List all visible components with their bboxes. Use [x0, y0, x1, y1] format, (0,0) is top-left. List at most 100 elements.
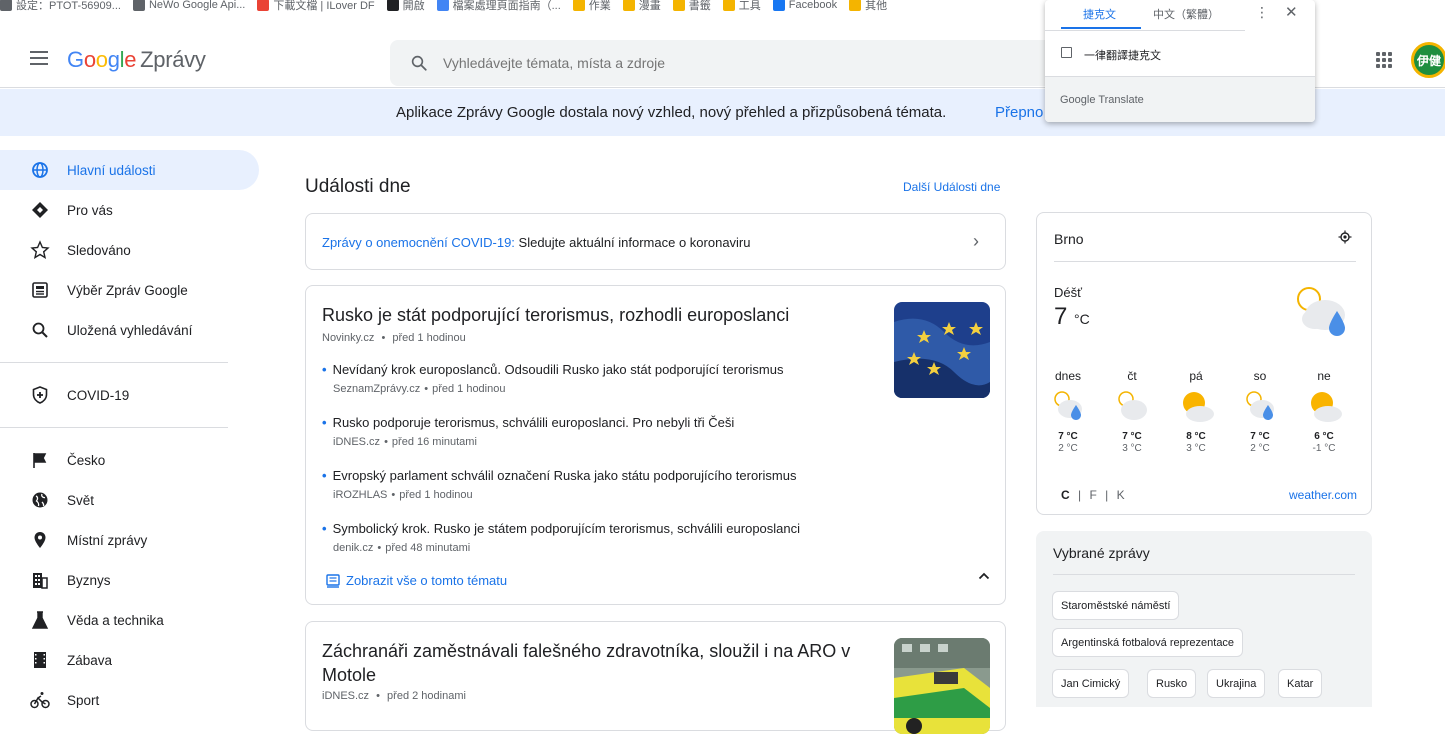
partly-cloudy-rain-icon	[1297, 287, 1345, 336]
chevron-up-icon[interactable]	[978, 572, 990, 580]
selected-topics-title: Vybrané zprávy	[1053, 545, 1150, 561]
covid-card-text: Zprávy o onemocnění COVID-19: Sledujte a…	[322, 235, 751, 250]
sidebar-item-newsstand[interactable]: Výběr Zpráv Google	[0, 270, 260, 310]
google-translate-label: Google Translate	[1060, 94, 1144, 106]
meta-separator: •	[381, 332, 386, 344]
bookmark-label: 書籤	[688, 0, 711, 12]
story-title[interactable]: Rusko je stát podporující terorismus, ro…	[322, 303, 862, 327]
related-story-title: Nevídaný krok europoslanců. Odsoudili Ru…	[332, 362, 784, 377]
story-title[interactable]: Záchranáři zaměstnávali falešného zdravo…	[322, 639, 862, 687]
forecast-day-label[interactable]: čt	[1112, 369, 1152, 383]
hamburger-menu-icon[interactable]	[30, 51, 48, 65]
bookmark-favicon-icon	[436, 0, 449, 11]
sidebar-item-business[interactable]: Byznys	[0, 560, 260, 600]
banner-switch-link[interactable]: Přepno	[995, 104, 1043, 121]
related-story[interactable]: • Symbolický krok. Rusko je státem podpor…	[322, 521, 800, 554]
story-thumbnail[interactable]	[894, 638, 990, 734]
building-icon	[33, 573, 48, 589]
bookmark-item[interactable]: 作業	[572, 0, 611, 13]
unit-celsius[interactable]: C	[1061, 488, 1070, 502]
more-top-stories-link[interactable]: Další Události dne	[903, 180, 1000, 194]
covid-card[interactable]: Zprávy o onemocnění COVID-19: Sledujte a…	[305, 213, 1006, 270]
sidebar-item-label: Sport	[67, 692, 100, 708]
more-options-icon[interactable]: ⋮	[1255, 4, 1269, 21]
sidebar-item-saved-searches[interactable]: Uložená vyhledávání	[0, 310, 260, 350]
forecast-day-label[interactable]: so	[1240, 369, 1280, 383]
banner-text: Aplikace Zprávy Google dostala nový vzhl…	[396, 104, 947, 121]
forecast-day-label[interactable]: pá	[1176, 369, 1216, 383]
chevron-right-icon[interactable]: ›	[973, 231, 979, 252]
related-story-title: Symbolický krok. Rusko je státem podporu…	[332, 521, 801, 536]
weather-temperature: 7 °C	[1054, 303, 1090, 330]
world-icon	[32, 492, 48, 508]
sidebar-item-for-you[interactable]: Pro vás	[0, 190, 260, 230]
sidebar-item-local[interactable]: Místní zprávy	[0, 520, 260, 560]
close-icon[interactable]: ✕	[1285, 3, 1298, 21]
always-translate-checkbox[interactable]	[1061, 47, 1072, 58]
story-card: Rusko je stát podporující terorismus, ro…	[305, 285, 1006, 605]
bookmark-favicon-icon	[622, 0, 635, 11]
translate-tab-chinese[interactable]: 中文（繁體）	[1153, 6, 1219, 22]
bookmark-favicon-icon	[772, 0, 785, 11]
sidebar-item-label: Zábava	[67, 652, 113, 668]
search-bar[interactable]	[390, 40, 1070, 86]
partly-cloudy-rain-icon	[1246, 391, 1274, 420]
topic-chip[interactable]: Katar	[1278, 669, 1323, 698]
translate-tab-indicator	[1061, 27, 1141, 29]
story-thumbnail[interactable]	[894, 302, 990, 398]
topic-chip[interactable]: Rusko	[1147, 669, 1197, 698]
sidebar-item-entertainment[interactable]: Zábava	[0, 640, 260, 680]
search-input[interactable]	[443, 40, 1043, 86]
bookmark-item[interactable]: NeWo Google Api...	[132, 0, 245, 11]
forecast-day-label[interactable]: ne	[1304, 369, 1344, 383]
sidebar-item-label: Svět	[67, 492, 95, 508]
bookmark-item[interactable]: Facebook	[772, 0, 837, 11]
show-full-coverage-button[interactable]: Zobrazit vše o tomto tématu	[326, 573, 507, 588]
topic-chip[interactable]: Ukrajina	[1207, 669, 1266, 698]
always-translate-label[interactable]: 一律翻譯捷克文	[1084, 47, 1161, 63]
sidebar-item-label: Uložená vyhledávání	[67, 322, 193, 338]
bookmark-item[interactable]: 開啟	[386, 0, 425, 13]
sidebar-item-czechia[interactable]: Česko	[0, 440, 260, 480]
apps-grid-icon[interactable]	[1376, 52, 1392, 68]
sidebar-item-label: Sledováno	[67, 242, 131, 258]
sidebar-item-sport[interactable]: Sport	[0, 680, 260, 720]
google-news-logo[interactable]: Google Zprávy	[67, 47, 206, 73]
unit-kelvin[interactable]: K	[1117, 488, 1125, 502]
bookmark-label: 作業	[588, 0, 611, 12]
location-icon[interactable]	[1338, 230, 1352, 244]
covid-card-link[interactable]: Zprávy o onemocnění COVID-19:	[322, 235, 515, 250]
sidebar-item-label: Místní zprávy	[67, 532, 148, 548]
bookmark-item[interactable]: 設定：PTOT-56909...	[0, 0, 121, 13]
bookmark-item[interactable]: 其他	[849, 0, 887, 13]
unit-fahrenheit[interactable]: F	[1089, 488, 1096, 502]
sidebar-item-world[interactable]: Svět	[0, 480, 260, 520]
weather-source-link[interactable]: weather.com	[1289, 488, 1357, 502]
forecast-day-label[interactable]: dnes	[1048, 369, 1088, 383]
sidebar-item-top-stories[interactable]: Hlavní události	[0, 150, 259, 190]
sidebar-item-science-tech[interactable]: Věda a technika	[0, 600, 260, 640]
bookmark-item[interactable]: 工具	[722, 0, 761, 13]
sidebar-item-following[interactable]: Sledováno	[0, 230, 260, 270]
bookmark-item[interactable]: 漫畫	[622, 0, 661, 13]
translate-tab-czech[interactable]: 捷克文	[1083, 6, 1116, 22]
bookmark-item[interactable]: 下載文檔 | ILover DF	[257, 0, 375, 13]
forecast-high: 7 °C	[1058, 431, 1078, 442]
bookmark-label: 其他	[865, 0, 888, 12]
topic-chip[interactable]: Argentinská fotbalová reprezentace	[1052, 628, 1244, 657]
topic-chip[interactable]: Staroměstské náměstí	[1052, 591, 1180, 620]
forecast-low: 2 °C	[1250, 443, 1270, 454]
forecast-low: 3 °C	[1186, 443, 1206, 454]
related-story[interactable]: • Evropský parlament schválil označení Ru…	[322, 468, 796, 501]
sidebar-item-covid[interactable]: COVID-19	[0, 375, 260, 415]
search-icon[interactable]	[410, 54, 428, 72]
forecast-low: -1 °C	[1312, 443, 1336, 454]
topic-chip[interactable]: Jan Cimický	[1052, 669, 1130, 698]
bookmark-item[interactable]: 檔案處理頁面指南（...	[436, 0, 561, 13]
sun-cloud-icon	[1183, 392, 1214, 422]
bookmark-item[interactable]: 書籤	[672, 0, 711, 13]
related-story[interactable]: • Nevídaný krok europoslanců. Odsoudili R…	[322, 362, 783, 395]
related-story[interactable]: • Rusko podporuje terorismus, schválili e…	[322, 415, 734, 448]
weather-city[interactable]: Brno	[1054, 231, 1084, 247]
avatar[interactable]: 伊健	[1411, 42, 1445, 78]
